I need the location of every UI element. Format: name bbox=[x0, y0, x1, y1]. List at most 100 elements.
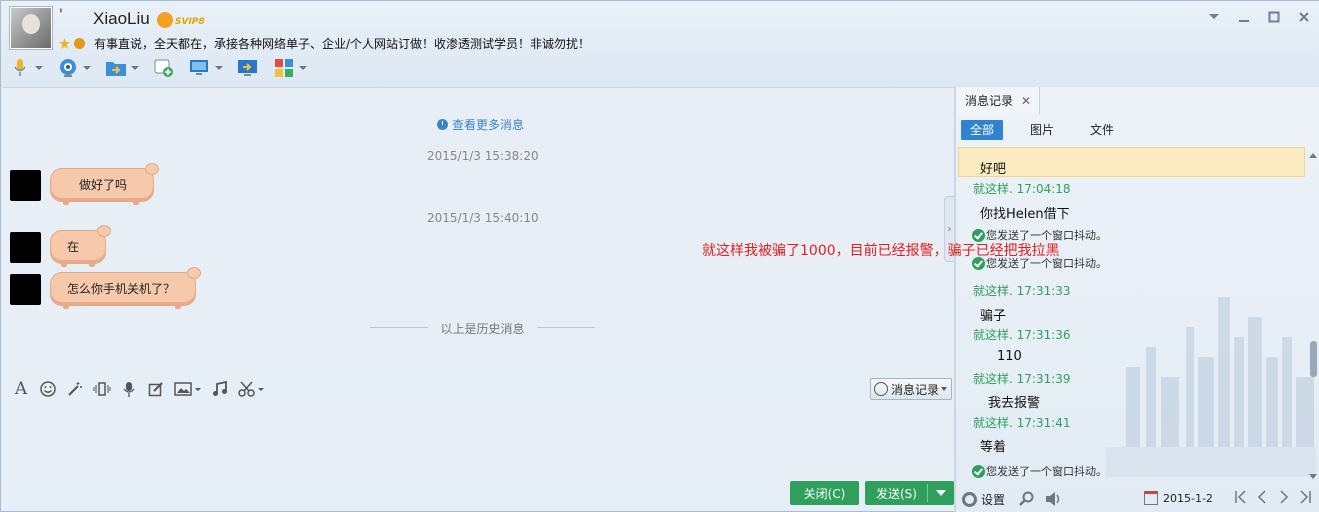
scroll-up-icon[interactable] bbox=[1309, 153, 1317, 158]
apps-button[interactable] bbox=[273, 57, 307, 79]
contact-name[interactable]: XiaoLiu bbox=[93, 9, 150, 29]
filter-files[interactable]: 文件 bbox=[1081, 120, 1123, 140]
send-file-button[interactable] bbox=[105, 57, 139, 79]
record-system-text: 您发送了一个窗口抖动。 bbox=[986, 465, 1107, 478]
send-bar: 关闭(C) 发送(S) bbox=[2, 481, 954, 512]
chevron-down-icon[interactable] bbox=[35, 66, 43, 70]
message-history-button[interactable]: 消息记录 bbox=[870, 378, 952, 400]
record-sender-time: 就这样. 17:31:41 bbox=[973, 416, 1071, 430]
search-icon[interactable] bbox=[1019, 491, 1035, 507]
message-bubble[interactable]: 怎么你手机关机了？ bbox=[50, 267, 202, 309]
message-input[interactable] bbox=[2, 403, 954, 481]
voice-message-icon[interactable] bbox=[120, 380, 138, 398]
contact-signature: 有事直说，全天都在，承接各种网络单子、企业/个人网站订做！收渗透测试学员！非诚勿… bbox=[94, 37, 591, 51]
minimize-icon[interactable] bbox=[1236, 9, 1252, 25]
input-toolbar: A bbox=[2, 375, 954, 403]
bubble-leg bbox=[89, 262, 96, 267]
next-page-icon[interactable] bbox=[1278, 490, 1290, 508]
sender-avatar[interactable] bbox=[10, 231, 41, 263]
settings-label[interactable]: 设置 bbox=[981, 491, 1005, 508]
bubble-leg bbox=[175, 304, 182, 309]
history-scrollbar[interactable] bbox=[1309, 153, 1318, 479]
calendar-icon bbox=[1144, 491, 1158, 505]
remote-assist-button[interactable] bbox=[189, 57, 223, 79]
record-message: 我去报警 bbox=[988, 396, 1041, 411]
record-system: 您发送了一个窗口抖动。 bbox=[972, 463, 1107, 479]
message-bubble[interactable]: 在 bbox=[50, 225, 112, 267]
font-icon[interactable]: A bbox=[12, 379, 30, 399]
screenshot-scissors-icon[interactable] bbox=[238, 380, 266, 398]
bubble-ear bbox=[187, 267, 202, 279]
filter-all[interactable]: 全部 bbox=[961, 120, 1004, 140]
message-area[interactable]: 查看更多消息 2015/1/3 15:38:20 做好了吗 2015/1/3 1… bbox=[2, 87, 954, 375]
last-page-icon[interactable] bbox=[1300, 490, 1312, 508]
history-panel: 消息记录 ✕ 全部 图片 文件 好吧 就这样. 17:04:18 你找Helen… bbox=[956, 87, 1319, 512]
magic-wand-icon[interactable] bbox=[66, 380, 84, 398]
status-mark: ' bbox=[59, 7, 63, 23]
speaker-icon[interactable] bbox=[1045, 491, 1061, 507]
vip-badge[interactable]: SVIP8 bbox=[157, 12, 205, 30]
message-text: 在 bbox=[67, 240, 80, 254]
gear-icon[interactable] bbox=[962, 491, 977, 507]
emoji-icon[interactable] bbox=[39, 380, 57, 398]
date-value: 2015-1-2 bbox=[1163, 491, 1213, 505]
apps-icon bbox=[273, 57, 295, 79]
bubble-leg bbox=[63, 304, 69, 309]
vip-crown-icon bbox=[157, 12, 173, 28]
video-call-button[interactable] bbox=[57, 57, 91, 79]
send-options-chevron-icon[interactable] bbox=[936, 490, 946, 496]
date-picker[interactable]: 2015-1-2 bbox=[1144, 491, 1213, 505]
contact-avatar[interactable] bbox=[10, 7, 52, 49]
vibrate-icon[interactable] bbox=[93, 380, 111, 398]
close-icon[interactable] bbox=[1296, 9, 1312, 25]
record-message: 你找Helen借下 bbox=[980, 207, 1070, 222]
image-icon[interactable] bbox=[174, 380, 202, 398]
sender-avatar[interactable] bbox=[10, 273, 41, 305]
filter-images[interactable]: 图片 bbox=[1021, 120, 1063, 140]
clock-icon bbox=[437, 119, 448, 130]
note-edit-icon[interactable] bbox=[147, 380, 165, 398]
window-controls bbox=[1206, 9, 1312, 25]
record-message: 骗子 bbox=[980, 309, 1007, 324]
message-text: 怎么你手机关机了？ bbox=[67, 282, 176, 296]
close-tab-icon[interactable]: ✕ bbox=[1021, 94, 1031, 108]
chevron-down-icon[interactable] bbox=[299, 66, 307, 70]
history-footer: 设置 2015-1-2 bbox=[956, 485, 1319, 512]
file-transfer-icon bbox=[105, 57, 127, 79]
chat-window: ' XiaoLiu SVIP8 有事直说，全天都在，承接各种网络单子、企业/个人… bbox=[0, 0, 1319, 512]
screen-share-icon bbox=[237, 57, 259, 79]
webcam-icon bbox=[57, 57, 79, 79]
message-row: 做好了吗 bbox=[10, 163, 160, 205]
first-page-icon[interactable] bbox=[1234, 490, 1246, 508]
scroll-down-icon[interactable] bbox=[1309, 474, 1317, 479]
previous-page-icon[interactable] bbox=[1256, 490, 1268, 508]
music-icon[interactable] bbox=[211, 380, 229, 398]
annotation-overlay-text: 就这样我被骗了1000，目前已经报警，骗子已经把我拉黑 bbox=[702, 243, 1060, 259]
maximize-icon[interactable] bbox=[1266, 9, 1282, 25]
create-group-icon bbox=[153, 57, 175, 79]
window-header: ' XiaoLiu SVIP8 有事直说，全天都在，承接各种网络单子、企业/个人… bbox=[1, 1, 1319, 87]
verified-icon bbox=[74, 38, 85, 49]
chevron-down-icon[interactable] bbox=[83, 66, 91, 70]
create-discussion-button[interactable] bbox=[153, 57, 175, 79]
send-button[interactable]: 发送(S) bbox=[865, 481, 954, 505]
close-button[interactable]: 关闭(C) bbox=[790, 481, 859, 505]
record-sender-time: 就这样. 17:31:39 bbox=[973, 372, 1071, 386]
voice-call-button[interactable] bbox=[9, 57, 43, 79]
sender-avatar[interactable] bbox=[10, 169, 41, 201]
message-bubble[interactable]: 做好了吗 bbox=[50, 163, 160, 205]
screen-share-button[interactable] bbox=[237, 57, 259, 79]
scrollbar-thumb[interactable] bbox=[1310, 341, 1317, 377]
view-more-label: 查看更多消息 bbox=[452, 118, 525, 132]
record-sender-time: 就这样. 17:31:33 bbox=[973, 284, 1071, 298]
status-icons bbox=[59, 38, 85, 49]
tab-message-history[interactable]: 消息记录 ✕ bbox=[956, 87, 1040, 114]
view-more-messages-link[interactable]: 查看更多消息 bbox=[437, 116, 524, 133]
chevron-down-icon[interactable] bbox=[215, 66, 223, 70]
history-divider: 以上是历史消息 bbox=[370, 320, 595, 337]
message-text: 做好了吗 bbox=[79, 178, 128, 192]
history-filters: 全部 图片 文件 bbox=[961, 120, 1141, 140]
menu-chevron-icon[interactable] bbox=[1206, 9, 1222, 25]
chevron-down-icon[interactable] bbox=[131, 66, 139, 70]
record-sender-time: 就这样. 17:31:36 bbox=[973, 328, 1071, 342]
